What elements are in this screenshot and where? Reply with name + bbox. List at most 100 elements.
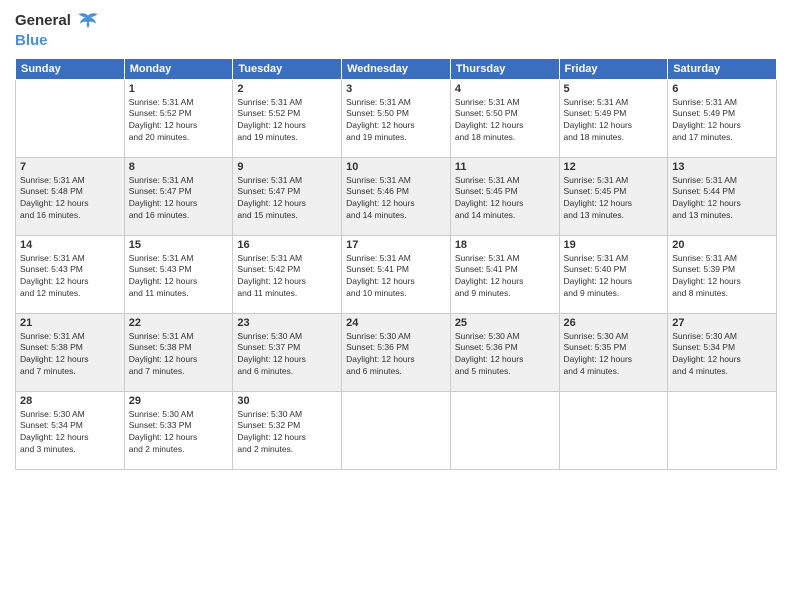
calendar-day-cell: 21 Sunrise: 5:31 AM Sunset: 5:38 PM Dayli…: [16, 313, 125, 391]
day-number: 7: [20, 161, 120, 173]
day-number: 26: [564, 317, 664, 329]
logo-text: General Blue: [15, 10, 101, 50]
calendar-day-cell: 18 Sunrise: 5:31 AM Sunset: 5:41 PM Dayli…: [450, 235, 559, 313]
calendar-day-cell: 12 Sunrise: 5:31 AM Sunset: 5:45 PM Dayli…: [559, 157, 668, 235]
day-number: 9: [237, 161, 337, 173]
day-number: 3: [346, 83, 446, 95]
day-number: 29: [129, 395, 229, 407]
day-info: Sunrise: 5:31 AM Sunset: 5:52 PM Dayligh…: [129, 97, 229, 145]
calendar-day-cell: 20 Sunrise: 5:31 AM Sunset: 5:39 PM Dayli…: [668, 235, 777, 313]
calendar-day-cell: 17 Sunrise: 5:31 AM Sunset: 5:41 PM Dayli…: [342, 235, 451, 313]
day-info: Sunrise: 5:31 AM Sunset: 5:45 PM Dayligh…: [455, 175, 555, 223]
logo: General Blue: [15, 10, 101, 50]
weekday-header-tuesday: Tuesday: [233, 58, 342, 79]
day-number: 6: [672, 83, 772, 95]
day-number: 22: [129, 317, 229, 329]
day-number: 16: [237, 239, 337, 251]
calendar-day-cell: 6 Sunrise: 5:31 AM Sunset: 5:49 PM Daylig…: [668, 79, 777, 157]
page: General Blue SundayMondayTuesdayWednesda…: [0, 0, 792, 612]
calendar-day-cell: 7 Sunrise: 5:31 AM Sunset: 5:48 PM Daylig…: [16, 157, 125, 235]
day-number: 27: [672, 317, 772, 329]
day-info: Sunrise: 5:31 AM Sunset: 5:44 PM Dayligh…: [672, 175, 772, 223]
day-info: Sunrise: 5:31 AM Sunset: 5:38 PM Dayligh…: [129, 331, 229, 379]
day-info: Sunrise: 5:30 AM Sunset: 5:34 PM Dayligh…: [20, 409, 120, 457]
day-number: 10: [346, 161, 446, 173]
calendar-table: SundayMondayTuesdayWednesdayThursdayFrid…: [15, 58, 777, 470]
calendar-day-cell: 11 Sunrise: 5:31 AM Sunset: 5:45 PM Dayli…: [450, 157, 559, 235]
calendar-day-cell: 10 Sunrise: 5:31 AM Sunset: 5:46 PM Dayli…: [342, 157, 451, 235]
day-info: Sunrise: 5:30 AM Sunset: 5:33 PM Dayligh…: [129, 409, 229, 457]
calendar-empty-cell: [342, 391, 451, 469]
day-number: 12: [564, 161, 664, 173]
day-info: Sunrise: 5:31 AM Sunset: 5:42 PM Dayligh…: [237, 253, 337, 301]
calendar-day-cell: 15Sunrise: 5:31 AM Sunset: 5:43 PM Dayli…: [124, 235, 233, 313]
day-number: 25: [455, 317, 555, 329]
calendar-day-cell: 5 Sunrise: 5:31 AM Sunset: 5:49 PM Daylig…: [559, 79, 668, 157]
day-info: Sunrise: 5:31 AM Sunset: 5:45 PM Dayligh…: [564, 175, 664, 223]
calendar-day-cell: 23 Sunrise: 5:30 AM Sunset: 5:37 PM Dayli…: [233, 313, 342, 391]
day-info: Sunrise: 5:31 AM Sunset: 5:41 PM Dayligh…: [346, 253, 446, 301]
day-info: Sunrise: 5:30 AM Sunset: 5:34 PM Dayligh…: [672, 331, 772, 379]
calendar-day-cell: 1Sunrise: 5:31 AM Sunset: 5:52 PM Daylig…: [124, 79, 233, 157]
day-info: Sunrise: 5:31 AM Sunset: 5:40 PM Dayligh…: [564, 253, 664, 301]
logo-bird-icon: [77, 10, 99, 32]
day-info: Sunrise: 5:31 AM Sunset: 5:52 PM Dayligh…: [237, 97, 337, 145]
day-number: 28: [20, 395, 120, 407]
day-info: Sunrise: 5:31 AM Sunset: 5:38 PM Dayligh…: [20, 331, 120, 379]
day-info: Sunrise: 5:31 AM Sunset: 5:41 PM Dayligh…: [455, 253, 555, 301]
day-info: Sunrise: 5:31 AM Sunset: 5:39 PM Dayligh…: [672, 253, 772, 301]
day-info: Sunrise: 5:31 AM Sunset: 5:43 PM Dayligh…: [20, 253, 120, 301]
calendar-week-row: 21 Sunrise: 5:31 AM Sunset: 5:38 PM Dayli…: [16, 313, 777, 391]
calendar-day-cell: 16 Sunrise: 5:31 AM Sunset: 5:42 PM Dayli…: [233, 235, 342, 313]
day-info: Sunrise: 5:31 AM Sunset: 5:43 PM Dayligh…: [129, 253, 229, 301]
calendar-empty-cell: [668, 391, 777, 469]
calendar-day-cell: 29 Sunrise: 5:30 AM Sunset: 5:33 PM Dayli…: [124, 391, 233, 469]
day-info: Sunrise: 5:31 AM Sunset: 5:50 PM Dayligh…: [346, 97, 446, 145]
calendar-empty-cell: [450, 391, 559, 469]
weekday-header-row: SundayMondayTuesdayWednesdayThursdayFrid…: [16, 58, 777, 79]
weekday-header-friday: Friday: [559, 58, 668, 79]
day-info: Sunrise: 5:31 AM Sunset: 5:49 PM Dayligh…: [564, 97, 664, 145]
calendar-empty-cell: [559, 391, 668, 469]
day-number: 23: [237, 317, 337, 329]
day-info: Sunrise: 5:31 AM Sunset: 5:49 PM Dayligh…: [672, 97, 772, 145]
day-info: Sunrise: 5:30 AM Sunset: 5:32 PM Dayligh…: [237, 409, 337, 457]
calendar-week-row: 28 Sunrise: 5:30 AM Sunset: 5:34 PM Dayli…: [16, 391, 777, 469]
day-number: 30: [237, 395, 337, 407]
day-info: Sunrise: 5:31 AM Sunset: 5:50 PM Dayligh…: [455, 97, 555, 145]
day-number: 17: [346, 239, 446, 251]
day-info: Sunrise: 5:30 AM Sunset: 5:37 PM Dayligh…: [237, 331, 337, 379]
day-info: Sunrise: 5:31 AM Sunset: 5:48 PM Dayligh…: [20, 175, 120, 223]
day-number: 4: [455, 83, 555, 95]
day-number: 8: [129, 161, 229, 173]
calendar-day-cell: 25Sunrise: 5:30 AM Sunset: 5:36 PM Dayli…: [450, 313, 559, 391]
calendar-day-cell: 24 Sunrise: 5:30 AM Sunset: 5:36 PM Dayli…: [342, 313, 451, 391]
calendar-day-cell: 22 Sunrise: 5:31 AM Sunset: 5:38 PM Dayli…: [124, 313, 233, 391]
logo-blue: Blue: [15, 32, 48, 49]
calendar-day-cell: 3 Sunrise: 5:31 AM Sunset: 5:50 PM Daylig…: [342, 79, 451, 157]
weekday-header-sunday: Sunday: [16, 58, 125, 79]
calendar-day-cell: 26 Sunrise: 5:30 AM Sunset: 5:35 PM Dayli…: [559, 313, 668, 391]
weekday-header-saturday: Saturday: [668, 58, 777, 79]
calendar-empty-cell: [16, 79, 125, 157]
calendar-week-row: 14 Sunrise: 5:31 AM Sunset: 5:43 PM Dayli…: [16, 235, 777, 313]
day-info: Sunrise: 5:31 AM Sunset: 5:46 PM Dayligh…: [346, 175, 446, 223]
day-number: 2: [237, 83, 337, 95]
weekday-header-monday: Monday: [124, 58, 233, 79]
calendar-week-row: 1Sunrise: 5:31 AM Sunset: 5:52 PM Daylig…: [16, 79, 777, 157]
day-number: 21: [20, 317, 120, 329]
day-number: 5: [564, 83, 664, 95]
day-number: 11: [455, 161, 555, 173]
calendar-day-cell: 27 Sunrise: 5:30 AM Sunset: 5:34 PM Dayli…: [668, 313, 777, 391]
day-number: 14: [20, 239, 120, 251]
calendar-day-cell: 2 Sunrise: 5:31 AM Sunset: 5:52 PM Daylig…: [233, 79, 342, 157]
day-info: Sunrise: 5:31 AM Sunset: 5:47 PM Dayligh…: [129, 175, 229, 223]
day-info: Sunrise: 5:30 AM Sunset: 5:36 PM Dayligh…: [346, 331, 446, 379]
calendar-day-cell: 8 Sunrise: 5:31 AM Sunset: 5:47 PM Daylig…: [124, 157, 233, 235]
calendar-day-cell: 4 Sunrise: 5:31 AM Sunset: 5:50 PM Daylig…: [450, 79, 559, 157]
day-number: 24: [346, 317, 446, 329]
day-number: 18: [455, 239, 555, 251]
day-info: Sunrise: 5:30 AM Sunset: 5:35 PM Dayligh…: [564, 331, 664, 379]
calendar-day-cell: 30 Sunrise: 5:30 AM Sunset: 5:32 PM Dayli…: [233, 391, 342, 469]
day-number: 20: [672, 239, 772, 251]
